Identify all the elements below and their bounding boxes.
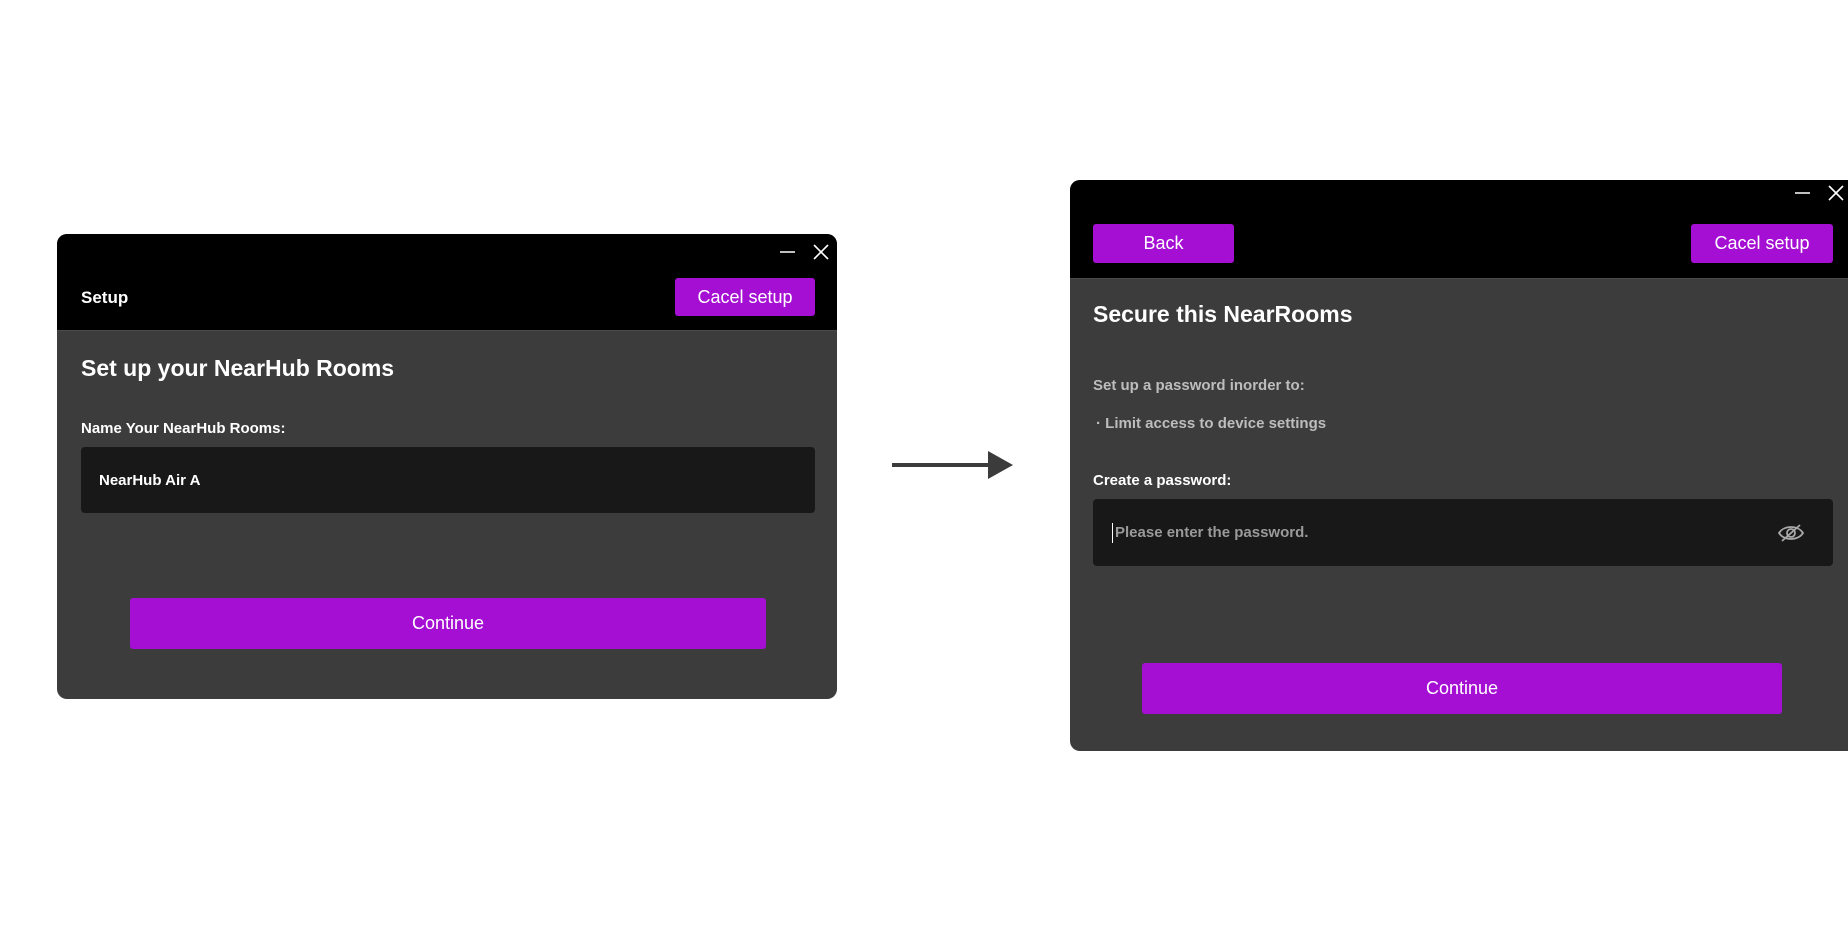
room-name-field[interactable] xyxy=(81,447,815,513)
page-title: Set up your NearHub Rooms xyxy=(81,355,395,381)
setup-window: Setup Cacel setup Set up your NearHub Ro… xyxy=(57,234,837,699)
room-name-input[interactable] xyxy=(99,447,789,513)
back-button[interactable]: Back xyxy=(1093,224,1234,263)
arrow-right-icon xyxy=(890,448,1015,487)
header-title: Setup xyxy=(81,288,129,307)
page-title: Secure this NearRooms xyxy=(1093,301,1353,327)
secure-window-header: Back Cacel setup xyxy=(1070,180,1848,279)
bullet-item: · Limit access to device settings xyxy=(1096,415,1327,432)
close-icon[interactable] xyxy=(1824,181,1848,205)
close-icon[interactable] xyxy=(809,240,833,264)
text-cursor xyxy=(1112,523,1113,543)
minimize-icon[interactable] xyxy=(775,240,799,264)
setup-window-header: Setup Cacel setup xyxy=(57,234,837,331)
eye-off-icon[interactable] xyxy=(1776,521,1806,545)
continue-button[interactable]: Continue xyxy=(130,598,766,649)
password-field[interactable] xyxy=(1093,499,1833,566)
secure-window: Back Cacel setup Secure this NearRooms S… xyxy=(1070,180,1848,751)
password-field-label: Create a password: xyxy=(1093,472,1232,489)
intro-text: Set up a password inorder to: xyxy=(1093,377,1305,394)
minimize-icon[interactable] xyxy=(1790,181,1814,205)
password-input[interactable] xyxy=(1115,499,1755,566)
name-field-label: Name Your NearHub Rooms: xyxy=(81,420,286,437)
cancel-setup-button[interactable]: Cacel setup xyxy=(1691,224,1833,263)
cancel-setup-button[interactable]: Cacel setup xyxy=(675,278,815,316)
continue-button[interactable]: Continue xyxy=(1142,663,1782,714)
